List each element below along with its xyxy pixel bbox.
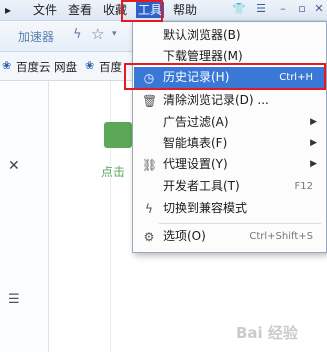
annotation-box-history — [124, 63, 326, 90]
menu-view[interactable]: 查看 — [66, 2, 94, 18]
bookmark-label: 百度 — [99, 60, 122, 74]
tools-menu: 默认浏览器(B) 下载管理器(M) ◷ 历史记录(H) Ctrl+H 🗑 清除浏… — [132, 21, 327, 253]
close-icon[interactable]: ✕ — [8, 158, 20, 174]
watermark: Bai 经验 — [236, 324, 298, 342]
app-tile-icon[interactable] — [104, 122, 132, 148]
menu-item-ad-filter[interactable]: 广告过滤(A) ▶ — [134, 112, 325, 133]
annotation-box-tools — [121, 0, 163, 22]
menu-separator — [159, 223, 321, 224]
link-icon: ⛓ — [142, 158, 158, 172]
chevron-right-icon: ▶ — [310, 138, 317, 148]
menu-bar: ▸ 文件 查看 收藏 工具 帮助 👕 ☰ – ▫ ✕ — [0, 0, 327, 21]
paw-icon: ❀ — [85, 59, 95, 72]
trash-icon: 🗑 — [142, 94, 158, 108]
click-hint[interactable]: 点击 — [101, 163, 125, 180]
chevron-down-icon[interactable]: ▾ — [112, 29, 117, 39]
lightning-icon: ϟ — [145, 202, 153, 216]
chevron-right-icon: ▶ — [310, 117, 317, 127]
gear-icon: ⚙ — [143, 230, 155, 244]
left-panel: ✕ ☰ — [0, 81, 49, 352]
list-icon[interactable]: ☰ — [8, 292, 20, 307]
menu-item-default-browser[interactable]: 默认浏览器(B) — [134, 25, 325, 46]
menu-item-clear-history[interactable]: 🗑 清除浏览记录(D) ... — [134, 90, 325, 111]
menu-item-dev-tools[interactable]: 开发者工具(T) F12 — [134, 176, 325, 197]
star-icon[interactable]: ☆ — [91, 25, 104, 43]
shortcut-label: F12 — [294, 181, 313, 192]
skin-icon[interactable]: 👕 — [232, 3, 246, 15]
paw-icon: ❀ — [2, 59, 12, 72]
menu-back-arrow[interactable]: ▸ — [3, 2, 13, 18]
menu-item-proxy-settings[interactable]: ⛓ 代理设置(Y) ▶ — [134, 154, 325, 175]
menu-item-options[interactable]: ⚙ 选项(O) Ctrl+Shift+S — [134, 226, 325, 247]
maximize-icon[interactable]: ▫ — [296, 3, 308, 15]
lightning-icon[interactable]: ϟ — [73, 27, 82, 42]
menu-item-autofill[interactable]: 智能填表(F) ▶ — [134, 133, 325, 154]
menu-icon[interactable]: ☰ — [255, 3, 267, 15]
close-icon[interactable]: ✕ — [313, 3, 325, 15]
menu-file[interactable]: 文件 — [31, 2, 59, 18]
accelerator-label[interactable]: 加速器 — [18, 28, 54, 45]
bookmark-label: 百度云 网盘 — [16, 60, 78, 74]
menu-item-compat-mode[interactable]: ϟ 切换到兼容模式 — [134, 198, 325, 219]
chevron-right-icon: ▶ — [310, 159, 317, 169]
shortcut-label: Ctrl+Shift+S — [249, 231, 313, 242]
menu-help[interactable]: 帮助 — [171, 2, 199, 18]
minimize-icon[interactable]: – — [277, 3, 289, 15]
